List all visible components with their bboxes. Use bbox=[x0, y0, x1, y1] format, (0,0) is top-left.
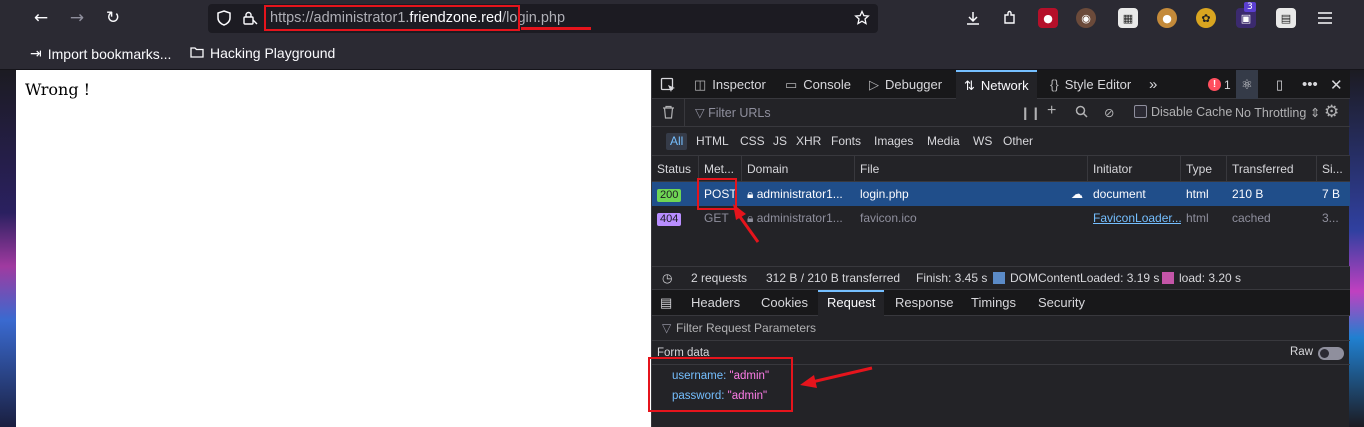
arrow-to-method bbox=[733, 204, 760, 243]
screenshot-root: ← → ↻ https://administrator1.friendzone.… bbox=[0, 0, 1364, 427]
annotation-arrows bbox=[733, 204, 873, 388]
arrow-to-form-data bbox=[800, 366, 873, 388]
